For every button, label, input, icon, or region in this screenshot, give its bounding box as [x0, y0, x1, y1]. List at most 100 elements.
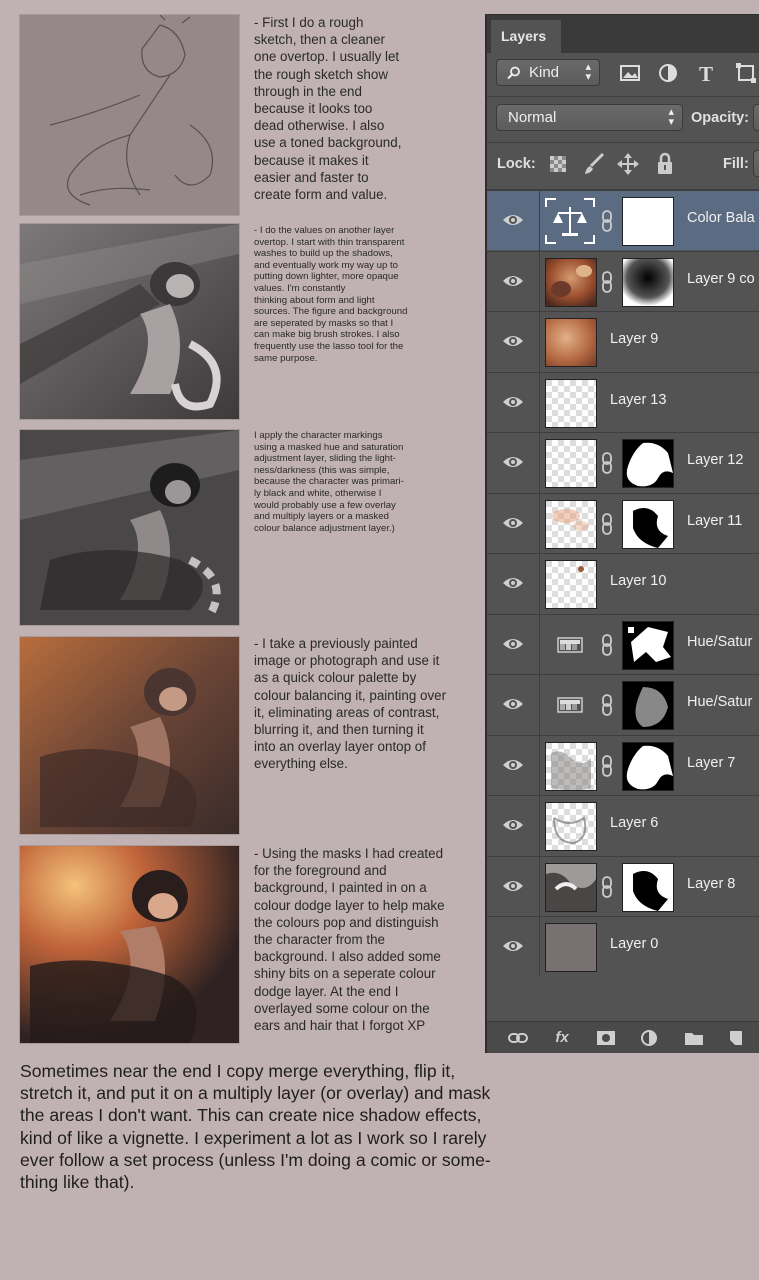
- eye-icon[interactable]: [501, 392, 525, 412]
- eye-icon[interactable]: [501, 634, 525, 654]
- layer-mask-thumbnail[interactable]: [622, 741, 674, 791]
- step-text-5: - Using the masks I had created for the …: [254, 846, 445, 1034]
- chain-link-icon[interactable]: [601, 633, 613, 657]
- layer-row[interactable]: Layer 8: [487, 855, 759, 917]
- layer-thumbnail[interactable]: [545, 802, 597, 851]
- updown-arrows-icon: ▴ ▾: [585, 61, 591, 83]
- eye-icon[interactable]: [501, 694, 525, 714]
- eye-icon[interactable]: [501, 331, 525, 351]
- chain-link-icon[interactable]: [601, 270, 613, 294]
- fx-icon[interactable]: fx: [551, 1028, 573, 1048]
- divider: [487, 142, 759, 143]
- divider: [539, 433, 540, 493]
- eye-icon[interactable]: [501, 815, 525, 835]
- layer-row[interactable]: Color Bala: [487, 190, 759, 251]
- layer-name[interactable]: Layer 0: [610, 936, 658, 952]
- link-icon[interactable]: [507, 1028, 529, 1048]
- layer-name[interactable]: Layer 10: [610, 573, 666, 589]
- chain-link-icon[interactable]: [601, 875, 613, 899]
- layer-thumbnail[interactable]: [545, 499, 597, 549]
- layer-thumbnail[interactable]: [545, 439, 597, 488]
- color-balance-icon[interactable]: [544, 197, 596, 245]
- folder-icon[interactable]: [683, 1028, 705, 1048]
- layer-thumbnail[interactable]: [545, 862, 597, 912]
- filter-shape-icon[interactable]: [733, 60, 759, 86]
- layer-mask-thumbnail[interactable]: [622, 439, 674, 488]
- filter-pixel-icon[interactable]: [617, 60, 643, 86]
- layer-row[interactable]: Layer 10: [487, 553, 759, 614]
- chain-link-icon[interactable]: [601, 451, 613, 475]
- eye-icon[interactable]: [501, 210, 525, 230]
- layers-panel: Layers Kind ▴ ▾ T Normal ▴ ▾ Opacity: Lock…: [485, 14, 759, 1053]
- divider: [487, 96, 759, 97]
- layer-name[interactable]: Layer 9: [610, 331, 658, 347]
- layer-name[interactable]: Layer 6: [610, 815, 658, 831]
- lock-position-icon[interactable]: [615, 151, 641, 177]
- layer-row[interactable]: Layer 9: [487, 311, 759, 372]
- layer-row[interactable]: Layer 12: [487, 432, 759, 493]
- eye-icon[interactable]: [501, 755, 525, 775]
- layer-row[interactable]: Layer 13: [487, 371, 759, 433]
- eye-icon[interactable]: [501, 876, 525, 896]
- layer-row[interactable]: Layer 9 co: [487, 250, 759, 312]
- hue-saturation-icon[interactable]: [557, 695, 583, 715]
- layer-name[interactable]: Layer 13: [610, 392, 666, 408]
- lock-all-icon[interactable]: [652, 151, 678, 177]
- layer-row[interactable]: Layer 0: [487, 916, 759, 977]
- chain-link-icon[interactable]: [601, 693, 613, 717]
- layer-name[interactable]: Layer 8: [687, 876, 735, 892]
- step-text-3: I apply the character markings using a m…: [254, 430, 404, 534]
- layer-mask-thumbnail[interactable]: [622, 257, 674, 307]
- chain-link-icon[interactable]: [601, 209, 613, 233]
- layer-name[interactable]: Hue/Satur: [687, 694, 752, 710]
- lock-image-pixels-icon[interactable]: [581, 151, 607, 177]
- layer-thumbnail[interactable]: [545, 741, 597, 791]
- step-text-2: - I do the values on another layer overt…: [254, 225, 408, 364]
- layer-mask-thumbnail[interactable]: [622, 681, 674, 730]
- layer-mask-thumbnail[interactable]: [622, 862, 674, 912]
- filter-adjustment-icon[interactable]: [655, 60, 681, 86]
- panel-footer: fx: [487, 1021, 759, 1053]
- layer-name[interactable]: Layer 9 co: [687, 271, 755, 287]
- eye-icon[interactable]: [501, 573, 525, 593]
- chain-link-icon[interactable]: [601, 754, 613, 778]
- layer-row[interactable]: Layer 7: [487, 734, 759, 796]
- layer-name[interactable]: Hue/Satur: [687, 634, 752, 650]
- layer-name[interactable]: Layer 11: [687, 513, 742, 529]
- eye-icon[interactable]: [501, 452, 525, 472]
- layer-thumbnail[interactable]: [545, 318, 597, 367]
- layer-row[interactable]: Hue/Satur: [487, 674, 759, 735]
- hue-saturation-icon[interactable]: [557, 635, 583, 655]
- filter-type-icon[interactable]: T: [694, 60, 720, 86]
- layer-thumbnail[interactable]: [545, 257, 597, 307]
- updown-arrows-icon: ▴ ▾: [668, 106, 674, 128]
- blend-mode-select[interactable]: Normal ▴ ▾: [496, 104, 683, 131]
- layer-mask-thumbnail[interactable]: [622, 620, 674, 670]
- lock-transparent-pixels-icon[interactable]: [545, 151, 571, 177]
- filter-kind-select[interactable]: Kind ▴ ▾: [496, 59, 600, 86]
- layer-name[interactable]: Color Bala: [687, 210, 755, 226]
- tab-layers[interactable]: Layers: [491, 20, 561, 53]
- layer-mask-thumbnail[interactable]: [622, 499, 674, 549]
- search-icon: [507, 66, 520, 80]
- eye-icon[interactable]: [501, 936, 525, 956]
- opacity-input[interactable]: [753, 104, 759, 131]
- mask-icon[interactable]: [595, 1028, 617, 1048]
- layer-thumbnail[interactable]: [545, 378, 597, 428]
- layer-row[interactable]: Layer 11: [487, 492, 759, 554]
- layer-row[interactable]: Layer 6: [487, 795, 759, 856]
- layer-name[interactable]: Layer 7: [687, 755, 735, 771]
- fill-input[interactable]: [753, 150, 759, 177]
- eye-icon[interactable]: [501, 513, 525, 533]
- layer-thumbnail[interactable]: [545, 923, 597, 972]
- chain-link-icon[interactable]: [601, 512, 613, 536]
- layer-name[interactable]: Layer 12: [687, 452, 743, 468]
- new-layer-icon[interactable]: [725, 1028, 747, 1048]
- adjustment-icon[interactable]: [639, 1028, 661, 1048]
- layer-mask-thumbnail[interactable]: [622, 197, 674, 246]
- opacity-label: Opacity:: [691, 110, 750, 126]
- layer-row[interactable]: Hue/Satur: [487, 613, 759, 675]
- panel-tab-bar: Layers: [487, 15, 759, 53]
- layer-thumbnail[interactable]: [545, 560, 597, 609]
- eye-icon[interactable]: [501, 271, 525, 291]
